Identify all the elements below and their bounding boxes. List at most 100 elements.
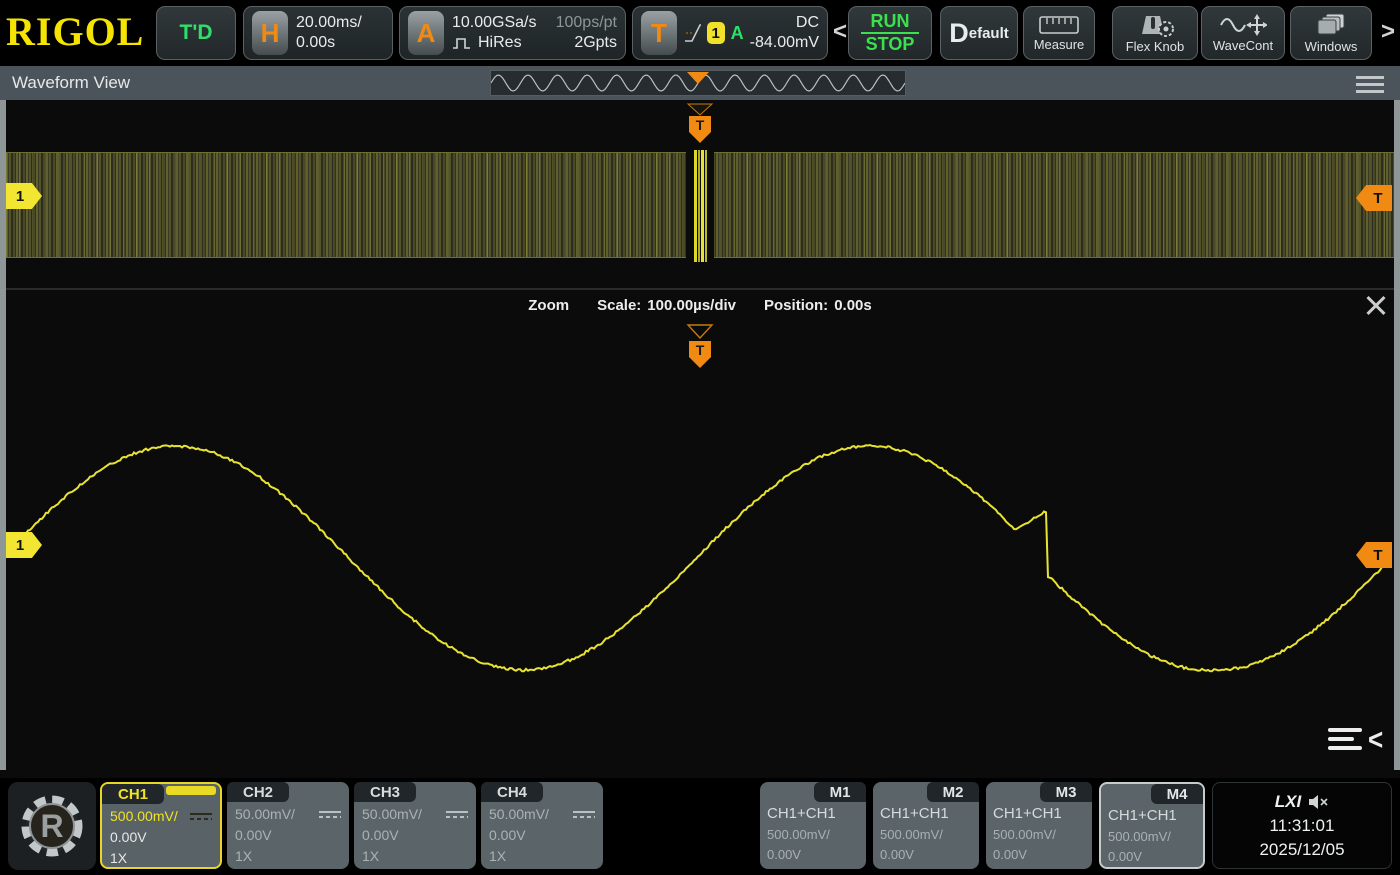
m1-scale: 500.00mV/	[767, 825, 859, 845]
sample-rate: 10.00GSa/s	[452, 13, 537, 33]
ch2-scale: 50.00mV/	[235, 804, 295, 825]
horizontal-panel[interactable]: H 20.00ms/ 0.00s	[243, 6, 393, 60]
ch3-probe: 1X	[362, 846, 468, 867]
m3-scale: 500.00mV/	[993, 825, 1085, 845]
trigger-status-label: T'D	[180, 21, 213, 45]
ch4-offset: 0.00V	[489, 825, 595, 846]
channel-box-ch4[interactable]: CH4 50.00mV/ 0.00V 1X	[481, 782, 603, 869]
system-time: 11:31:01	[1270, 816, 1335, 836]
windows-label: Windows	[1305, 40, 1358, 54]
m2-expression: CH1+CH1	[880, 803, 972, 825]
trigger-source-badge: 1	[707, 22, 725, 44]
bottom-status-bar: R CH1 500.00mV/ 0.00V 1X CH2 50.00mV/ 0.…	[0, 778, 1400, 875]
default-label-rest: efault	[969, 25, 1009, 42]
ch3-scale: 50.00mV/	[362, 804, 422, 825]
ch1-scale: 500.00mV/	[110, 806, 178, 827]
toolbar-scroll-left-icon[interactable]: <	[833, 18, 847, 46]
overview-sine-icon	[491, 71, 905, 95]
m4-offset: 0.00V	[1108, 847, 1196, 867]
ch1-probe: 1X	[110, 848, 212, 869]
menu-icon[interactable]	[1356, 76, 1384, 93]
trigger-coupling: DC	[750, 13, 819, 33]
m3-offset: 0.00V	[993, 845, 1085, 865]
channel-box-ch2[interactable]: CH2 50.00mV/ 0.00V 1X	[227, 782, 349, 869]
m2-scale: 500.00mV/	[880, 825, 972, 845]
ch4-tab: CH4	[481, 782, 543, 802]
ch2-tab: CH2	[227, 782, 289, 802]
pulse-icon	[452, 35, 472, 51]
horizontal-position: 0.00s	[296, 33, 362, 53]
dc-coupling-icon	[319, 810, 341, 820]
trigger-level: -84.00mV	[750, 33, 819, 53]
acquire-mode: HiRes	[478, 33, 522, 53]
math-box-m4[interactable]: M4 CH1+CH1 500.00mV/ 0.00V	[1099, 782, 1205, 869]
trigger-panel[interactable]: T 1 A DC -84.00mV	[632, 6, 828, 60]
speaker-muted-icon	[1307, 794, 1329, 810]
ch1-tab: CH1	[102, 784, 164, 804]
ch2-probe: 1X	[235, 846, 341, 867]
knob-icon	[1132, 12, 1178, 38]
channel-box-ch3[interactable]: CH3 50.00mV/ 0.00V 1X	[354, 782, 476, 869]
trigger-chip: T	[641, 11, 677, 55]
windows-button[interactable]: Windows	[1290, 6, 1372, 60]
m4-tab: M4	[1151, 784, 1203, 804]
ch4-scale: 50.00mV/	[489, 804, 549, 825]
rigol-logo: RIGOL	[6, 10, 144, 54]
stop-label: STOP	[866, 35, 915, 54]
measure-label: Measure	[1034, 38, 1085, 52]
flex-knob-label: Flex Knob	[1126, 40, 1185, 54]
m2-offset: 0.00V	[880, 845, 972, 865]
m2-tab: M2	[927, 782, 979, 802]
acquisition-panel[interactable]: A 10.00GSa/s HiRes 100ps/pt 2Gpts	[399, 6, 626, 60]
page-title: Waveform View	[12, 73, 130, 93]
run-stop-button[interactable]: RUN STOP	[848, 6, 932, 60]
waveform-overview-strip[interactable]	[490, 70, 906, 96]
svg-text:R: R	[40, 808, 63, 844]
rigol-gear-logo-button[interactable]: R	[8, 782, 96, 870]
windows-icon	[1314, 12, 1348, 38]
system-date: 2025/12/05	[1259, 840, 1344, 860]
math-box-m1[interactable]: M1 CH1+CH1 500.00mV/ 0.00V	[760, 782, 866, 869]
m1-offset: 0.00V	[767, 845, 859, 865]
math-box-m2[interactable]: M2 CH1+CH1 500.00mV/ 0.00V	[873, 782, 979, 869]
dc-coupling-icon	[190, 812, 212, 822]
collapse-menu-icon[interactable]: <	[1328, 726, 1383, 752]
run-label: RUN	[871, 12, 910, 31]
toolbar-scroll-right-icon[interactable]: >	[1381, 18, 1395, 46]
rigol-gear-icon: R	[16, 790, 88, 862]
ch4-probe: 1X	[489, 846, 595, 867]
m4-expression: CH1+CH1	[1108, 805, 1196, 827]
flex-knob-button[interactable]: Flex Knob	[1112, 6, 1198, 60]
wave-cont-label: WaveCont	[1213, 39, 1273, 53]
ch1-offset: 0.00V	[110, 827, 212, 848]
default-button[interactable]: Default	[940, 6, 1018, 60]
waveform-display-area: T 1 T Zoom Scale: 100.00µs/div Position:…	[0, 100, 1400, 778]
horizontal-chip: H	[252, 11, 288, 55]
m1-tab: M1	[814, 782, 866, 802]
m4-scale: 500.00mV/	[1108, 827, 1196, 847]
ruler-icon	[1038, 14, 1080, 36]
dc-coupling-icon	[446, 810, 468, 820]
m3-tab: M3	[1040, 782, 1092, 802]
memory-depth: 2Gpts	[556, 33, 617, 53]
sample-resolution: 100ps/pt	[556, 13, 617, 33]
wave-cont-button[interactable]: WaveCont	[1201, 6, 1285, 60]
math-box-m3[interactable]: M3 CH1+CH1 500.00mV/ 0.00V	[986, 782, 1092, 869]
trigger-slope-icon	[683, 16, 701, 50]
ch3-tab: CH3	[354, 782, 416, 802]
measure-button[interactable]: Measure	[1023, 6, 1095, 60]
ch3-offset: 0.00V	[362, 825, 468, 846]
m1-expression: CH1+CH1	[767, 803, 859, 825]
ch2-offset: 0.00V	[235, 825, 341, 846]
trigger-sweep-mode: A	[731, 23, 744, 44]
channel-box-ch1[interactable]: CH1 500.00mV/ 0.00V 1X	[100, 782, 222, 869]
m3-expression: CH1+CH1	[993, 803, 1085, 825]
ch1-active-strip	[166, 786, 216, 795]
ch1-zoom-waveform	[0, 100, 1400, 778]
trigger-status-button[interactable]: T'D	[156, 6, 236, 60]
horizontal-scale: 20.00ms/	[296, 13, 362, 33]
lxi-label: LXI	[1275, 792, 1301, 812]
system-status-box[interactable]: LXI 11:31:01 2025/12/05	[1212, 782, 1392, 869]
default-label-initial: D	[949, 18, 969, 49]
top-status-bar: RIGOL T'D H 20.00ms/ 0.00s A 10.00GSa/s …	[0, 0, 1400, 66]
